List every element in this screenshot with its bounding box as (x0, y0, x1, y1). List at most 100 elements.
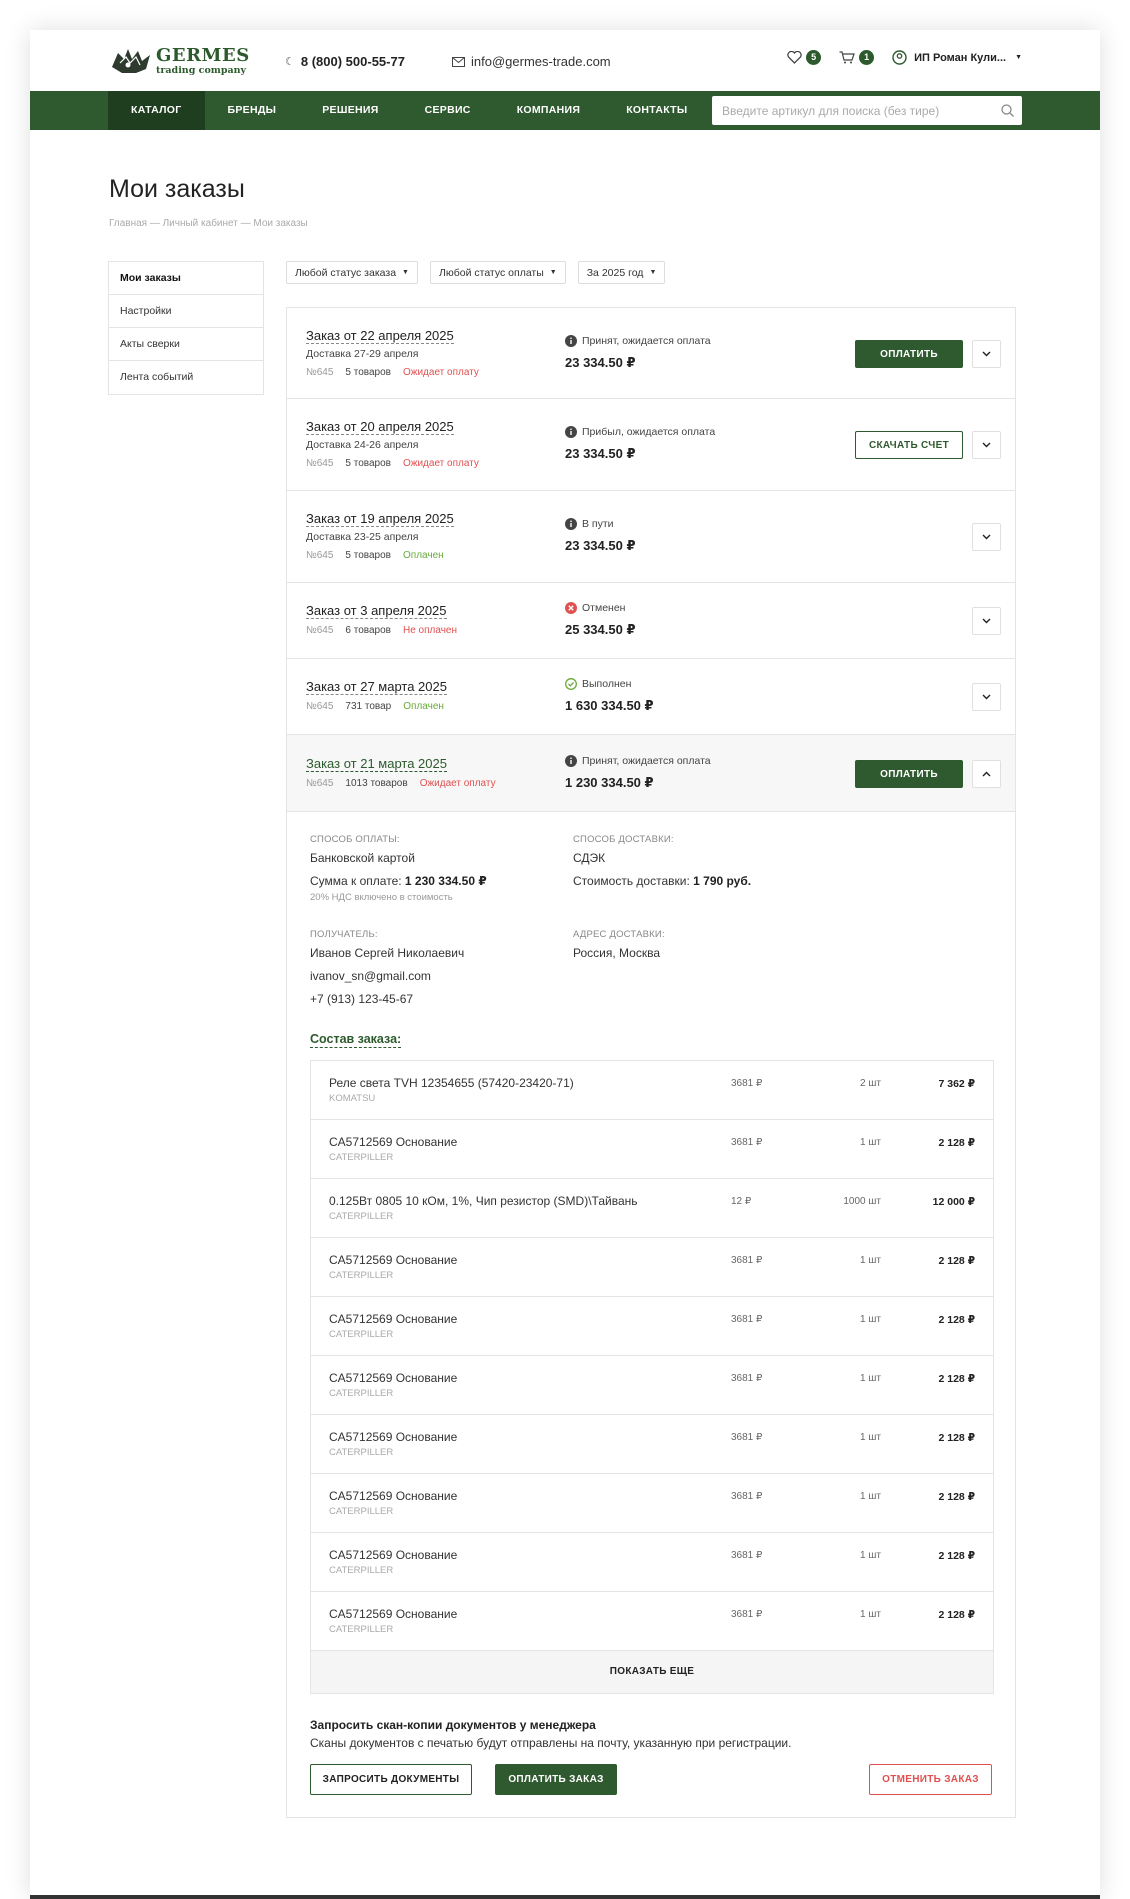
item-name[interactable]: CA5712569 Основание (329, 1607, 457, 1621)
collapse-button[interactable] (972, 760, 1001, 788)
item-name[interactable]: CA5712569 Основание (329, 1312, 457, 1326)
payment-status-select[interactable]: Любой статус оплаты ▼ (429, 261, 566, 284)
mail-icon (452, 56, 465, 67)
order-title[interactable]: Заказ от 27 марта 2025 (306, 679, 447, 695)
item-total: 2 128 ₽ (938, 1432, 976, 1444)
nav-company[interactable]: КОМПАНИЯ (494, 91, 604, 130)
item-brand: CATERPILLER (329, 1329, 394, 1340)
order-title[interactable]: Заказ от 19 апреля 2025 (306, 511, 454, 527)
composition-title[interactable]: Состав заказа: (310, 1032, 402, 1048)
payment-status: Оплачен (403, 550, 444, 561)
item-name[interactable]: CA5712569 Основание (329, 1489, 457, 1503)
sidebar-item-orders[interactable]: Мои заказы (109, 262, 263, 295)
cart-icon (839, 51, 855, 64)
nav-brands[interactable]: БРЕНДЫ (205, 91, 300, 130)
item-name[interactable]: Реле света TVH 12354655 (57420-23420-71) (329, 1076, 574, 1090)
delivery-cost-line: Стоимость доставки: 1 790 руб. (573, 874, 751, 888)
email-address: info@germes-trade.com (471, 54, 611, 69)
amount-line: Сумма к оплате: 1 230 334.50 ₽ (310, 874, 487, 888)
item-name[interactable]: CA5712569 Основание (329, 1253, 457, 1267)
request-documents-button[interactable]: ЗАПРОСИТЬ ДОКУМЕНТЫ (310, 1764, 472, 1795)
logo[interactable]: GERMES trading company (108, 45, 250, 77)
info-icon (565, 335, 577, 347)
sidebar-item-settings[interactable]: Настройки (109, 295, 263, 328)
payment-status: Оплачен (403, 701, 444, 712)
order-title[interactable]: Заказ от 21 марта 2025 (306, 756, 447, 772)
year-value: За 2025 год (586, 266, 644, 279)
search-icon (1000, 104, 1014, 117)
order-meta: №645 5 товаров Ожидает оплату (306, 458, 479, 469)
item-qty: 1 шт (860, 1432, 881, 1443)
cancel-order-button[interactable]: ОТМЕНИТЬ ЗАКАЗ (869, 1764, 992, 1795)
order-status: Принят, ожидается оплата (565, 755, 711, 767)
expand-button[interactable] (972, 683, 1001, 711)
item-name[interactable]: CA5712569 Основание (329, 1430, 457, 1444)
order-delivery: Доставка 27-29 апреля (306, 348, 419, 360)
year-select[interactable]: За 2025 год ▼ (577, 261, 666, 284)
order-sum: 1 630 334.50 ₽ (565, 698, 654, 713)
item-brand: CATERPILLER (329, 1152, 394, 1163)
footer-edge (30, 1895, 1100, 1899)
amount-value: 1 230 334.50 ₽ (404, 874, 487, 888)
order-number: №645 (306, 550, 334, 561)
order-title[interactable]: Заказ от 22 апреля 2025 (306, 328, 454, 344)
nav-solutions[interactable]: РЕШЕНИЯ (299, 91, 401, 130)
email-link[interactable]: info@germes-trade.com (452, 54, 611, 69)
expand-button[interactable] (972, 340, 1001, 368)
recipient-label: ПОЛУЧАТЕЛЬ: (310, 929, 378, 940)
favorites-button[interactable]: 5 (787, 50, 822, 65)
nav-service[interactable]: СЕРВИС (402, 91, 494, 130)
payment-status: Ожидает оплату (419, 778, 496, 789)
cart-button[interactable]: 1 (839, 50, 875, 65)
pay-button[interactable]: ОПЛАТИТЬ (855, 340, 963, 368)
cancel-icon (565, 602, 577, 614)
pay-button[interactable]: ОПЛАТИТЬ (855, 760, 963, 788)
item-total: 12 000 ₽ (932, 1196, 975, 1208)
item-qty: 1 шт (860, 1550, 881, 1561)
item-total: 2 128 ₽ (938, 1314, 976, 1326)
order-count: 5 товаров (345, 367, 391, 378)
order-status-text: Принят, ожидается оплата (582, 335, 711, 347)
sidebar-item-acts[interactable]: Акты сверки (109, 328, 263, 361)
pay-order-button[interactable]: ОПЛАТИТЬ ЗАКАЗ (495, 1764, 617, 1795)
item-price: 3681 ₽ (731, 1550, 763, 1561)
search-button[interactable] (992, 104, 1022, 117)
item-total: 2 128 ₽ (938, 1609, 976, 1621)
item-total: 2 128 ₽ (938, 1373, 976, 1385)
address-label: АДРЕС ДОСТАВКИ: (573, 929, 665, 940)
order-sum: 23 334.50 ₽ (565, 538, 636, 553)
nav-catalog[interactable]: КАТАЛОГ (108, 91, 205, 130)
expand-button[interactable] (972, 607, 1001, 635)
phone-link[interactable]: ☾ 8 (800) 500-55-77 (285, 54, 405, 69)
order-row: Заказ от 22 апреля 2025 Доставка 27-29 а… (287, 308, 1015, 399)
user-menu[interactable]: ИП Роман Кули... ▼ (892, 50, 1022, 65)
order-title[interactable]: Заказ от 3 апреля 2025 (306, 603, 447, 619)
order-status-text: Выполнен (582, 678, 632, 690)
expand-button[interactable] (972, 523, 1001, 551)
cart-badge: 1 (859, 50, 875, 65)
order-status-value: Любой статус заказа (295, 266, 397, 279)
address-value: Россия, Москва (573, 946, 660, 960)
item-name[interactable]: 0.125Вт 0805 10 кОм, 1%, Чип резистор (S… (329, 1194, 638, 1208)
item-name[interactable]: CA5712569 Основание (329, 1135, 457, 1149)
download-invoice-button[interactable]: СКАЧАТЬ СЧЕТ (855, 431, 963, 459)
order-delivery: Доставка 23-25 апреля (306, 531, 419, 543)
item-name[interactable]: CA5712569 Основание (329, 1371, 457, 1385)
order-status: Отменен (565, 602, 625, 614)
item-name[interactable]: CA5712569 Основание (329, 1548, 457, 1562)
recipient-name: Иванов Сергей Николаевич (310, 946, 465, 960)
order-meta: №645 5 товаров Оплачен (306, 550, 444, 561)
show-more-button[interactable]: ПОКАЗАТЬ ЕЩЕ (311, 1651, 993, 1693)
order-status-select[interactable]: Любой статус заказа ▼ (286, 261, 418, 284)
order-count: 5 товаров (345, 458, 391, 469)
order-sum: 25 334.50 ₽ (565, 622, 636, 637)
search-input[interactable] (712, 103, 992, 118)
order-status: Выполнен (565, 678, 631, 690)
order-status-text: В пути (582, 518, 614, 530)
expand-button[interactable] (972, 431, 1001, 459)
sidebar-item-events[interactable]: Лента событий (109, 361, 263, 394)
breadcrumb[interactable]: Главная — Личный кабинет — Мои заказы (109, 218, 308, 229)
nav-contacts[interactable]: КОНТАКТЫ (603, 91, 710, 130)
item-qty: 1 шт (860, 1373, 881, 1384)
order-title[interactable]: Заказ от 20 апреля 2025 (306, 419, 454, 435)
